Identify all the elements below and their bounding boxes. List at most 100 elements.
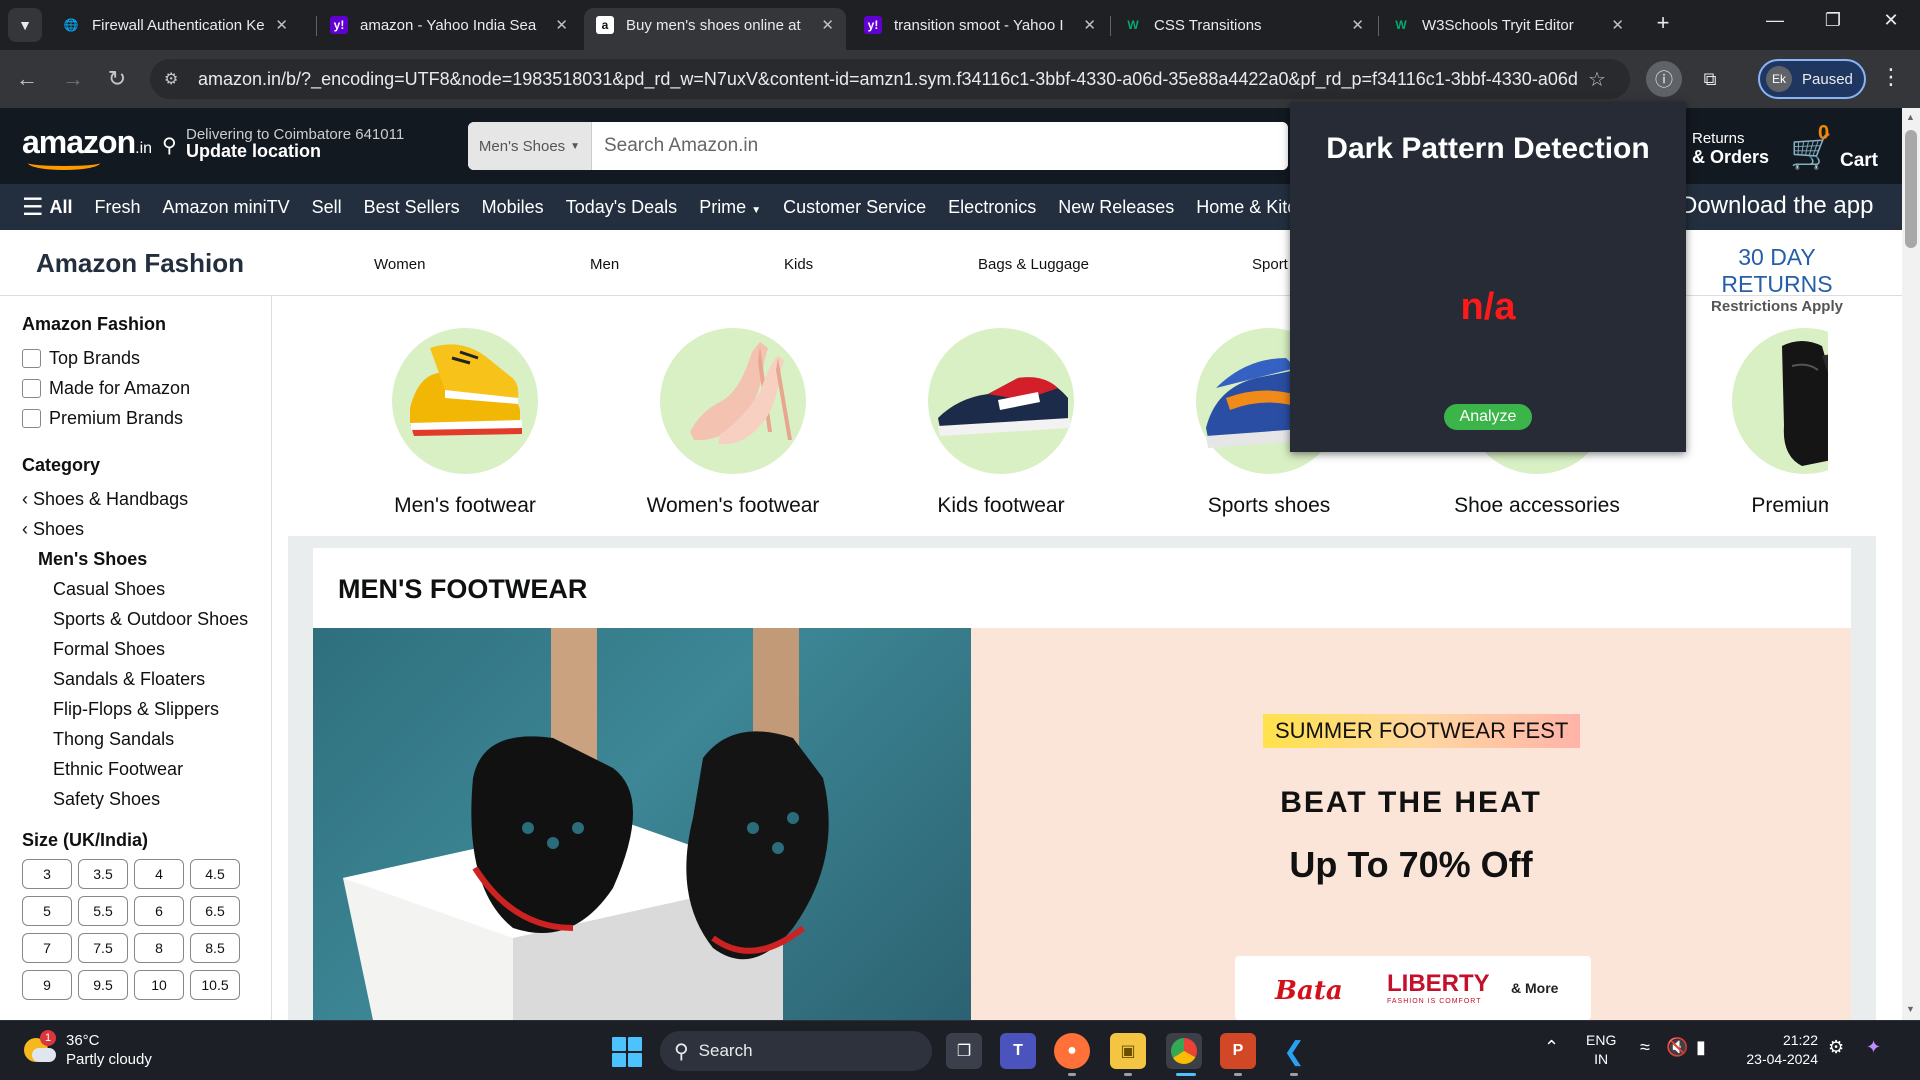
category-mens-footwear[interactable]: Men's footwear: [340, 296, 590, 518]
nav-todays-deals[interactable]: Today's Deals: [566, 197, 678, 218]
size-button[interactable]: 6.5: [190, 896, 240, 926]
search-category-dropdown[interactable]: Men's Shoes ▼: [468, 122, 592, 170]
firefox-icon[interactable]: ●: [1054, 1033, 1090, 1069]
filter-made-for-amazon[interactable]: Made for Amazon: [22, 373, 271, 403]
size-button[interactable]: 10.5: [190, 970, 240, 1000]
size-button[interactable]: 3: [22, 859, 72, 889]
subcategory-link[interactable]: Safety Shoes: [22, 784, 271, 814]
task-view-icon[interactable]: ❐: [946, 1033, 982, 1069]
close-icon[interactable]: ✕: [1611, 16, 1624, 34]
fashion-link-sport[interactable]: Sport: [1252, 256, 1288, 273]
size-button[interactable]: 9: [22, 970, 72, 1000]
windows-start-icon[interactable]: [612, 1037, 642, 1067]
back-arrow-icon[interactable]: ←: [12, 66, 42, 92]
browser-tab-0[interactable]: 🌐 Firewall Authentication Ke ✕: [50, 8, 300, 42]
notification-bell-icon[interactable]: ⚙: [1828, 1037, 1844, 1058]
category-womens-footwear[interactable]: Women's footwear: [608, 296, 858, 518]
teams-icon[interactable]: T: [1000, 1033, 1036, 1069]
size-button[interactable]: 3.5: [78, 859, 128, 889]
category-premium-footwear[interactable]: Premium fo: [1680, 296, 1828, 518]
tab-search-button[interactable]: ▼: [8, 8, 42, 42]
menu-kebab-icon[interactable]: ⋮: [1880, 64, 1902, 90]
browser-tab-5[interactable]: W W3Schools Tryit Editor ✕: [1380, 8, 1636, 42]
summer-fest-banner[interactable]: SUMMER FOOTWEAR FEST BEAT THE HEAT Up To…: [971, 628, 1851, 1020]
category-back-link[interactable]: ‹ Shoes: [22, 514, 271, 544]
chevron-up-icon[interactable]: ⌃: [1544, 1037, 1559, 1058]
language-indicator[interactable]: ENG IN: [1586, 1031, 1616, 1069]
size-button[interactable]: 4: [134, 859, 184, 889]
taskbar-search[interactable]: ⚲ Search: [660, 1031, 932, 1071]
size-button[interactable]: 7.5: [78, 933, 128, 963]
nav-fresh[interactable]: Fresh: [95, 197, 141, 218]
scroll-up-icon[interactable]: ▲: [1906, 112, 1915, 122]
scrollbar-thumb[interactable]: [1905, 130, 1917, 248]
nav-minitv[interactable]: Amazon miniTV: [163, 197, 290, 218]
vscode-icon[interactable]: ❮: [1276, 1033, 1312, 1069]
nav-sell[interactable]: Sell: [312, 197, 342, 218]
size-button[interactable]: 5: [22, 896, 72, 926]
filter-premium-brands[interactable]: Premium Brands: [22, 403, 271, 433]
subcategory-link[interactable]: Sports & Outdoor Shoes: [22, 604, 271, 634]
chrome-icon[interactable]: [1166, 1033, 1202, 1069]
profile-button[interactable]: Ek Paused: [1758, 59, 1866, 99]
browser-tab-3[interactable]: y! transition smoot - Yahoo I ✕: [852, 8, 1108, 42]
fashion-link-bags[interactable]: Bags & Luggage: [978, 256, 1089, 273]
returns-orders-link[interactable]: Returns & Orders: [1692, 130, 1769, 166]
analyze-button[interactable]: Analyze: [1444, 404, 1532, 430]
scroll-down-icon[interactable]: ▼: [1906, 1004, 1915, 1014]
size-button[interactable]: 4.5: [190, 859, 240, 889]
subcategory-link[interactable]: Ethnic Footwear: [22, 754, 271, 784]
download-app-link[interactable]: Download the app: [1680, 192, 1873, 220]
weather-widget[interactable]: 1 36°C Partly cloudy: [22, 1030, 152, 1069]
close-icon[interactable]: ✕: [1351, 16, 1364, 34]
subcategory-link[interactable]: Sandals & Floaters: [22, 664, 271, 694]
all-menu-button[interactable]: ☰ All: [22, 193, 73, 222]
nav-customer-service[interactable]: Customer Service: [783, 197, 926, 218]
size-button[interactable]: 10: [134, 970, 184, 1000]
browser-tab-2-active[interactable]: a Buy men's shoes online at ✕: [584, 8, 846, 50]
fashion-link-women[interactable]: Women: [374, 256, 425, 273]
checkbox[interactable]: [22, 348, 41, 368]
window-close-icon[interactable]: ✕: [1876, 10, 1906, 31]
size-button[interactable]: 8.5: [190, 933, 240, 963]
hero-clogs-image[interactable]: [313, 628, 971, 1020]
checkbox[interactable]: [22, 408, 41, 428]
fashion-title[interactable]: Amazon Fashion: [36, 248, 244, 279]
extensions-puzzle-icon[interactable]: ⧉: [1692, 61, 1728, 97]
nav-electronics[interactable]: Electronics: [948, 197, 1036, 218]
category-kids-footwear[interactable]: Kids footwear: [876, 296, 1126, 518]
site-info-icon[interactable]: ⚙: [164, 69, 186, 89]
close-icon[interactable]: ✕: [555, 16, 568, 34]
address-bar[interactable]: ⚙ amazon.in/b/?_encoding=UTF8&node=19835…: [150, 59, 1630, 99]
size-button[interactable]: 8: [134, 933, 184, 963]
restore-icon[interactable]: ❐: [1818, 10, 1848, 31]
page-scrollbar[interactable]: ▲ ▼: [1902, 108, 1920, 1020]
minimize-icon[interactable]: —: [1760, 10, 1790, 31]
nav-mobiles[interactable]: Mobiles: [482, 197, 544, 218]
battery-icon[interactable]: ▮: [1696, 1037, 1706, 1058]
nav-new-releases[interactable]: New Releases: [1058, 197, 1174, 218]
dark-pattern-extension-icon[interactable]: ⓘ: [1646, 61, 1682, 97]
search-input[interactable]: [592, 122, 1288, 170]
category-back-link[interactable]: ‹ Shoes & Handbags: [22, 484, 271, 514]
subcategory-link[interactable]: Thong Sandals: [22, 724, 271, 754]
size-button[interactable]: 5.5: [78, 896, 128, 926]
fashion-link-men[interactable]: Men: [590, 256, 619, 273]
close-icon[interactable]: ✕: [275, 16, 288, 34]
subcategory-link[interactable]: Formal Shoes: [22, 634, 271, 664]
new-tab-plus-icon[interactable]: +: [1648, 10, 1678, 36]
nav-prime[interactable]: Prime ▼: [699, 197, 761, 218]
delivery-location[interactable]: ⚲ Delivering to Coimbatore 641011 Update…: [162, 126, 404, 160]
subcategory-link[interactable]: Casual Shoes: [22, 574, 271, 604]
close-icon[interactable]: ✕: [821, 16, 834, 34]
size-button[interactable]: 7: [22, 933, 72, 963]
clock[interactable]: 21:22 23-04-2024: [1738, 1031, 1818, 1069]
browser-tab-1[interactable]: y! amazon - Yahoo India Sea ✕: [318, 8, 580, 42]
subcategory-link[interactable]: Flip-Flops & Slippers: [22, 694, 271, 724]
file-explorer-icon[interactable]: ▣: [1110, 1033, 1146, 1069]
nav-best-sellers[interactable]: Best Sellers: [364, 197, 460, 218]
size-button[interactable]: 9.5: [78, 970, 128, 1000]
checkbox[interactable]: [22, 378, 41, 398]
filter-top-brands[interactable]: Top Brands: [22, 343, 271, 373]
speaker-muted-icon[interactable]: 🔇: [1666, 1037, 1688, 1058]
